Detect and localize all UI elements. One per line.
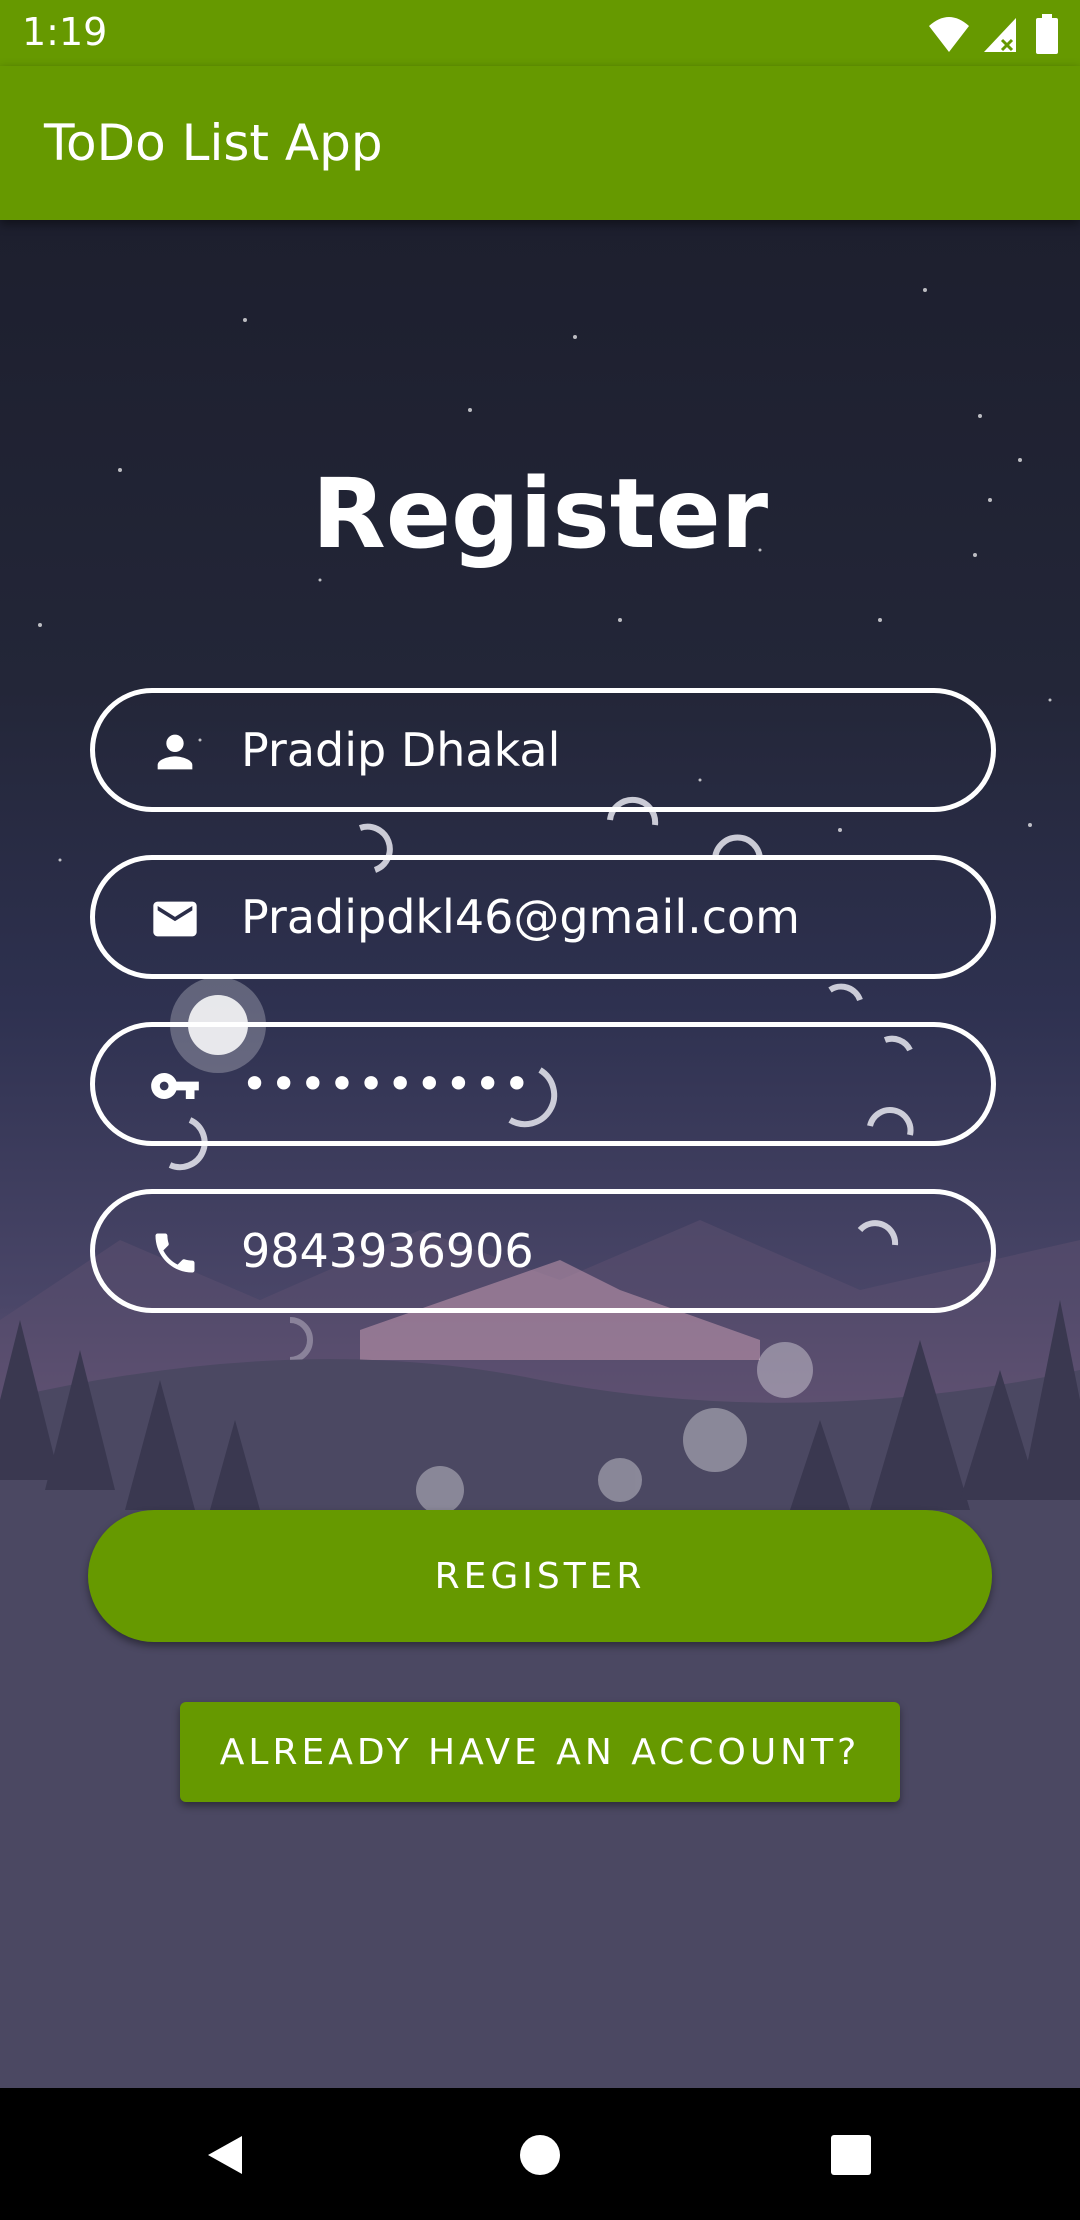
navigation-bar	[0, 2088, 1080, 2220]
password-input[interactable]	[241, 1027, 961, 1141]
email-input[interactable]	[241, 860, 961, 974]
phone-icon	[155, 1233, 195, 1273]
already-have-account-button[interactable]: ALREADY HAVE AN ACCOUNT?	[180, 1702, 900, 1802]
app-title: ToDo List App	[44, 114, 383, 172]
key-icon	[151, 1073, 199, 1099]
signal-icon	[983, 18, 1016, 52]
person-icon	[157, 734, 193, 770]
register-button[interactable]: REGISTER	[88, 1510, 992, 1642]
password-field[interactable]	[90, 1022, 996, 1146]
status-icons	[927, 14, 1060, 54]
status-time: 1:19	[22, 10, 108, 54]
email-icon	[153, 901, 197, 937]
phone-input[interactable]	[241, 1194, 961, 1308]
name-input[interactable]	[241, 693, 961, 807]
name-field[interactable]	[90, 688, 996, 812]
email-field[interactable]	[90, 855, 996, 979]
recents-icon[interactable]	[828, 2132, 874, 2178]
status-bar: 1:19	[0, 0, 1080, 66]
screen: 1:19 ToDo List App Register Pradip Dhaka…	[0, 0, 1080, 2220]
back-icon[interactable]	[202, 2132, 248, 2178]
page-title: Register	[311, 458, 769, 570]
phone-field[interactable]	[90, 1189, 996, 1313]
app-bar: ToDo List App	[0, 66, 1080, 220]
wifi-icon	[929, 17, 970, 52]
battery-icon	[1036, 14, 1058, 54]
register-screen: Register RE	[0, 220, 1080, 2088]
home-icon[interactable]	[517, 2132, 563, 2178]
